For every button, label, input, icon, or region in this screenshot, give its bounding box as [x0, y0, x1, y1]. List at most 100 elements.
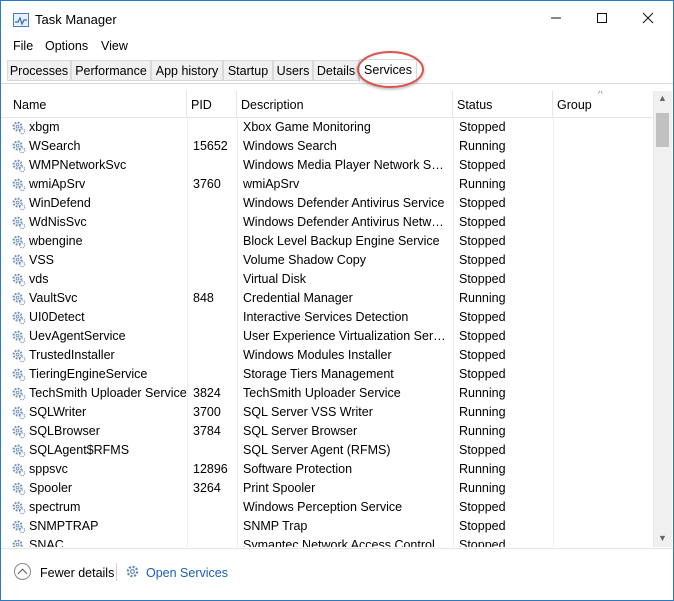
table-row[interactable]: xbgm Xbox Game Monitoring Stopped [1, 118, 653, 137]
service-status: Running [459, 405, 506, 419]
maximize-icon [597, 13, 607, 23]
service-description: SQL Server Browser [243, 424, 358, 438]
table-row[interactable]: spectrum Windows Perception Service Stoppe… [1, 498, 653, 517]
close-button[interactable] [625, 1, 671, 35]
table-row[interactable]: VaultSvc 848 Credential Manager Running [1, 289, 653, 308]
service-name: xbgm [29, 120, 60, 134]
title-bar[interactable]: Task Manager [1, 1, 673, 35]
service-pid [193, 346, 237, 365]
table-row[interactable]: SQLBrowser 3784 SQL Server Browser Running [1, 422, 653, 441]
service-gear-icon [12, 501, 26, 515]
service-description: Print Spooler [243, 481, 316, 495]
minimize-button[interactable] [533, 1, 579, 35]
scroll-down-icon[interactable]: ▼ [658, 533, 667, 543]
table-row[interactable]: SNMPTRAP SNMP Trap Stopped [1, 517, 653, 536]
service-description: wmiApSrv [243, 177, 300, 191]
service-gear-icon [12, 292, 26, 306]
vertical-scrollbar[interactable]: ▲ ▼ [653, 91, 672, 547]
table-row[interactable]: TieringEngineService Storage Tiers Manage… [1, 365, 653, 384]
service-name: UI0Detect [29, 310, 85, 324]
table-row[interactable]: WMPNetworkSvc Windows Media Player Networ… [1, 156, 653, 175]
service-description: Windows Modules Installer [243, 348, 392, 362]
service-gear-icon [12, 482, 26, 496]
menu-options[interactable]: Options [45, 39, 88, 53]
service-status: Running [459, 177, 506, 191]
scroll-up-icon[interactable]: ▲ [658, 93, 667, 103]
service-name: VSS [29, 253, 55, 267]
service-pid: 3264 [193, 481, 221, 495]
table-row[interactable]: vds Virtual Disk Stopped [1, 270, 653, 289]
service-status: Running [459, 291, 506, 305]
service-name: WSearch [29, 139, 81, 153]
footer-bar: Fewer details Open Services [1, 548, 673, 600]
task-manager-icon [13, 13, 29, 27]
menu-file[interactable]: File [13, 39, 33, 53]
menu-view[interactable]: View [101, 39, 128, 53]
service-status: Stopped [459, 519, 506, 533]
column-header-group[interactable]: Group [553, 91, 653, 117]
column-header-description[interactable]: Description [237, 91, 453, 117]
service-description: Windows Media Player Network Sha... [243, 158, 449, 172]
table-row[interactable]: TechSmith Uploader Service 3824 TechSmith … [1, 384, 653, 403]
fewer-details-button[interactable]: Fewer details [40, 566, 114, 580]
table-row[interactable]: WdNisSvc Windows Defender Antivirus Netwo… [1, 213, 653, 232]
tab-startup[interactable]: Startup [223, 60, 273, 81]
tab-details[interactable]: Details [313, 60, 359, 81]
tab-services[interactable]: Services [359, 59, 417, 83]
service-description: Virtual Disk [243, 272, 306, 286]
table-row[interactable]: sppsvc 12896 Software Protection Running [1, 460, 653, 479]
tab-performance[interactable]: Performance [71, 60, 151, 81]
service-rows: xbgm Xbox Game Monitoring Stopped WSearch 15… [1, 118, 653, 547]
service-pid [193, 365, 237, 384]
table-row[interactable]: SQLAgent$RFMS SQL Server Agent (RFMS) Stop… [1, 441, 653, 460]
service-pid [193, 232, 237, 251]
table-row[interactable]: TrustedInstaller Windows Modules Installe… [1, 346, 653, 365]
table-header: Name PID Description Status Group ^ [1, 91, 653, 118]
table-row[interactable]: WSearch 15652 Windows Search Running [1, 137, 653, 156]
service-pid [193, 308, 237, 327]
maximize-button[interactable] [579, 1, 625, 35]
table-row[interactable]: SQLWriter 3700 SQL Server VSS Writer Runnin… [1, 403, 653, 422]
column-header-pid[interactable]: PID [187, 91, 237, 117]
table-row[interactable]: WinDefend Windows Defender Antivirus Serv… [1, 194, 653, 213]
service-status: Stopped [459, 196, 506, 210]
service-description: Block Level Backup Engine Service [243, 234, 440, 248]
service-description: SNMP Trap [243, 519, 308, 533]
tab-users[interactable]: Users [273, 60, 313, 81]
services-table: Name PID Description Status Group ^ xbgm… [1, 91, 673, 547]
service-status: Stopped [459, 120, 506, 134]
tab-processes[interactable]: Processes [7, 60, 71, 81]
open-services-link[interactable]: Open Services [146, 566, 228, 580]
scroll-thumb[interactable] [656, 113, 669, 147]
service-gear-icon [12, 254, 26, 268]
service-gear-icon [12, 216, 26, 230]
sort-ascending-icon: ^ [598, 91, 603, 100]
service-status: Running [459, 462, 506, 476]
chevron-up-circle-icon[interactable] [14, 563, 31, 580]
task-manager-window: Task Manager File Options View Processes… [0, 0, 674, 601]
window-title: Task Manager [35, 12, 117, 27]
service-name: vds [29, 272, 49, 286]
service-gear-icon [12, 159, 26, 173]
table-row[interactable]: UevAgentService User Experience Virtualiz… [1, 327, 653, 346]
table-row[interactable]: wmiApSrv 3760 wmiApSrv Running [1, 175, 653, 194]
service-status: Running [459, 386, 506, 400]
column-header-name[interactable]: Name [9, 91, 187, 117]
table-row[interactable]: wbengine Block Level Backup Engine Servic… [1, 232, 653, 251]
table-row[interactable]: UI0Detect Interactive Services Detection S… [1, 308, 653, 327]
service-status: Running [459, 139, 506, 153]
service-name: WinDefend [29, 196, 91, 210]
table-row[interactable]: VSS Volume Shadow Copy Stopped [1, 251, 653, 270]
gear-icon [126, 565, 139, 578]
table-row[interactable]: SNAC Symantec Network Access Control Stopp… [1, 536, 653, 547]
service-description: Volume Shadow Copy [243, 253, 366, 267]
service-status: Stopped [459, 500, 506, 514]
service-pid: 3700 [193, 405, 221, 419]
service-gear-icon [12, 273, 26, 287]
service-gear-icon [12, 311, 26, 325]
service-pid: 12896 [193, 462, 228, 476]
column-header-status[interactable]: Status [453, 91, 553, 117]
tab-strip: Processes Performance App history Startu… [1, 59, 673, 84]
tab-app-history[interactable]: App history [151, 60, 223, 81]
table-row[interactable]: Spooler 3264 Print Spooler Running [1, 479, 653, 498]
